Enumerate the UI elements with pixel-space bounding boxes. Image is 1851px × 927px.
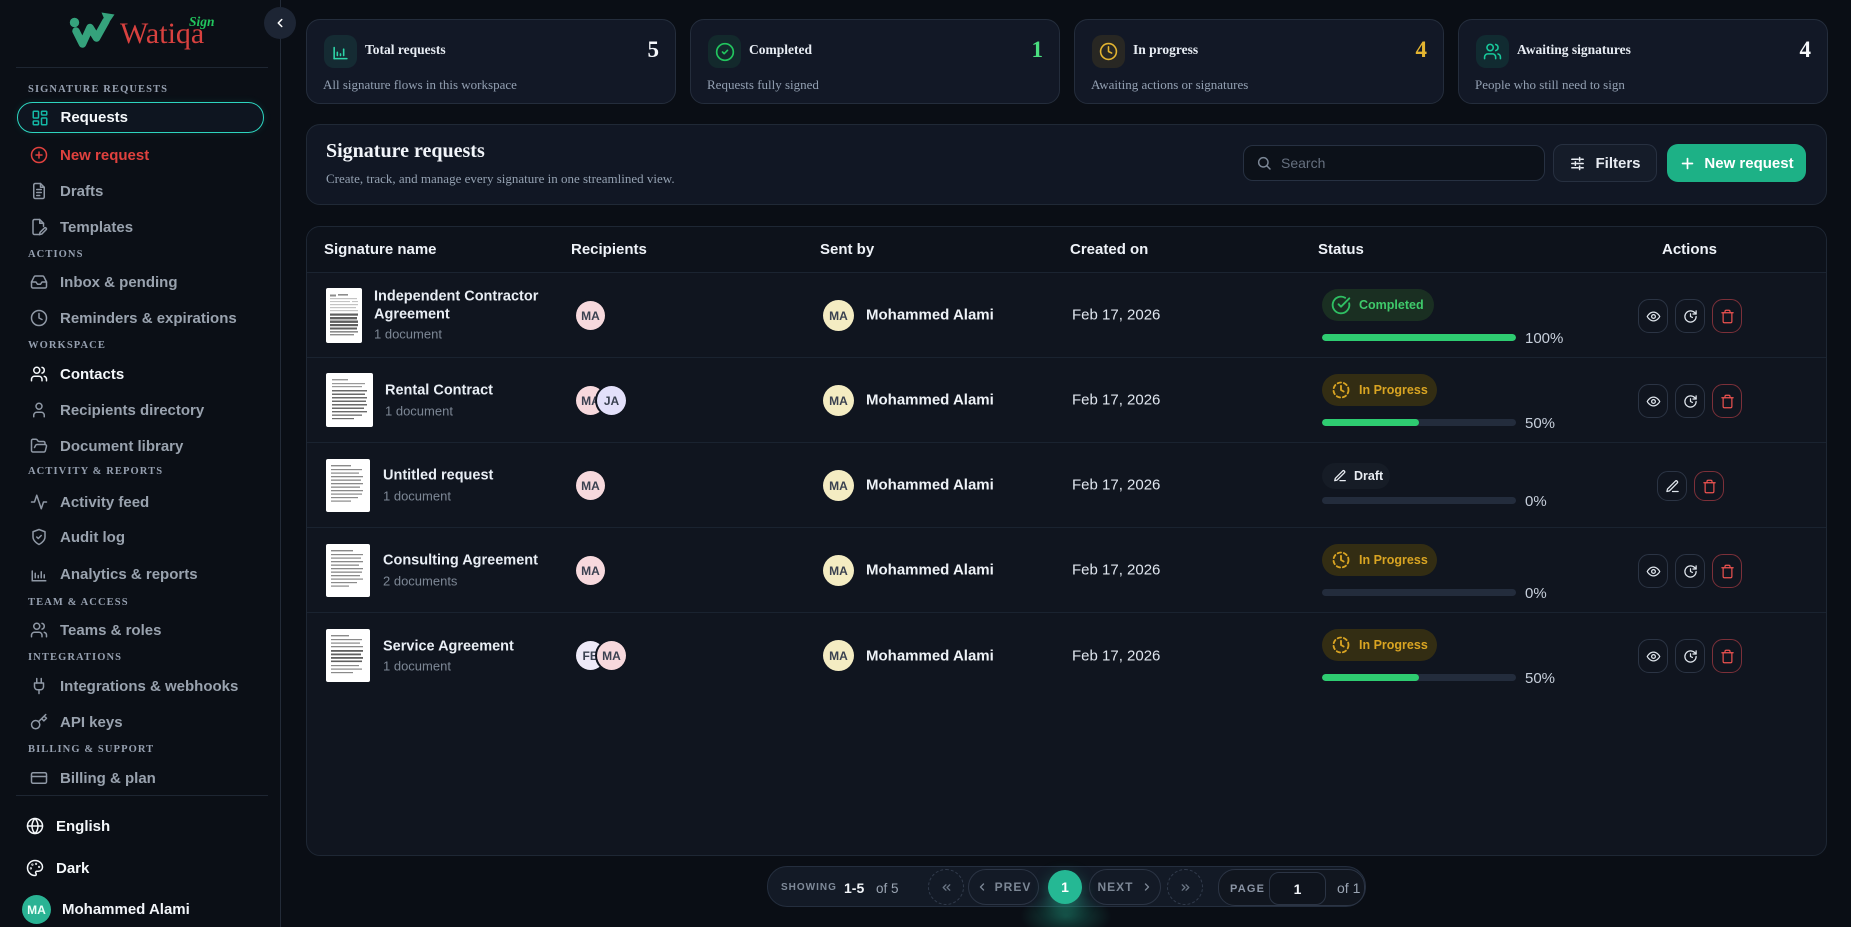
svg-text:Sign: Sign bbox=[189, 14, 215, 29]
